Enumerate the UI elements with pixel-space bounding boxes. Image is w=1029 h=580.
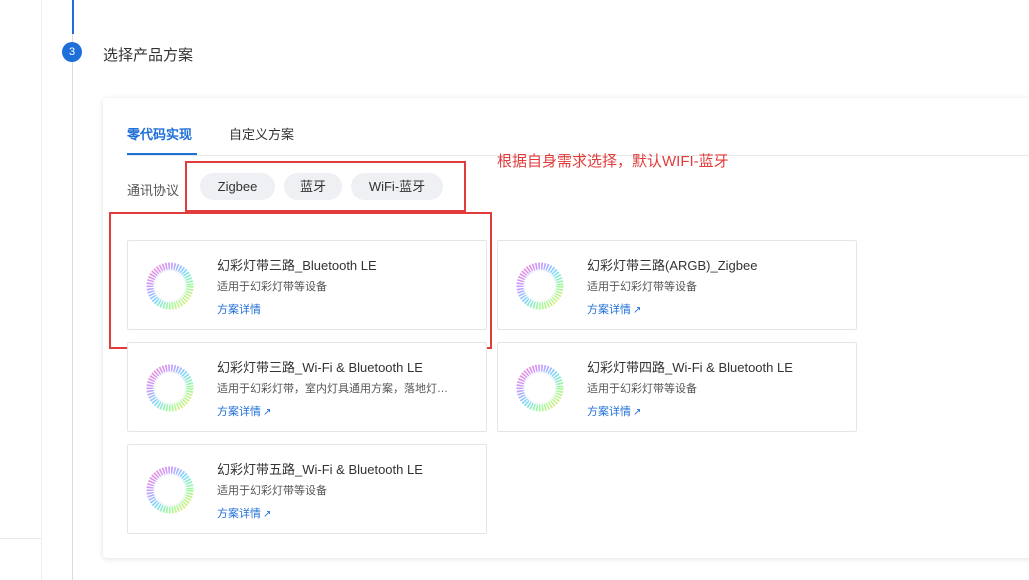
product-description: 适用于幻彩灯带等设备 [217, 485, 327, 497]
product-name: 幻彩灯带三路_Bluetooth LE [217, 258, 377, 273]
rainbow-ring-icon [514, 362, 566, 414]
solution-details-link[interactable]: 方案详情 ↗ [217, 403, 271, 419]
product-card[interactable]: 幻彩灯带三路_Wi-Fi & Bluetooth LE 适用于幻彩灯带，室内灯具通… [127, 342, 487, 432]
left-panel-separator [0, 538, 41, 539]
step-title: 选择产品方案 [103, 47, 194, 64]
solution-details-link[interactable]: 方案详情 ↗ [217, 505, 271, 521]
solution-details-label: 方案详情 [587, 304, 631, 316]
timeline-line [72, 0, 73, 580]
external-arrow-icon: ↗ [633, 407, 642, 418]
solution-details-label: 方案详情 [217, 304, 261, 316]
product-description: 适用于幻彩灯带，室内灯具通用方案，落地灯… [217, 383, 448, 395]
protocol-label: 通讯协议 [127, 183, 180, 198]
left-panel-divider [41, 0, 42, 580]
step-number-badge: 3 [62, 42, 82, 62]
solution-details-link[interactable]: 方案详情 ↗ [587, 403, 641, 419]
product-card[interactable]: 幻彩灯带四路_Wi-Fi & Bluetooth LE 适用于幻彩灯带等设备 方案详… [497, 342, 857, 432]
solution-details-label: 方案详情 [217, 406, 261, 418]
annotation-box-protocol [185, 161, 466, 212]
external-arrow-icon: ↗ [263, 509, 272, 520]
solution-details-label: 方案详情 [587, 406, 631, 418]
rainbow-ring-icon [514, 260, 566, 312]
solution-details-label: 方案详情 [217, 508, 261, 520]
tab-custom-solution[interactable]: 自定义方案 [229, 124, 294, 143]
active-tab-indicator [127, 153, 197, 155]
product-name: 幻彩灯带五路_Wi-Fi & Bluetooth LE [217, 462, 423, 477]
external-arrow-icon: ↗ [263, 407, 272, 418]
product-description: 适用于幻彩灯带等设备 [587, 281, 697, 293]
rainbow-ring-icon [144, 362, 196, 414]
annotation-text: 根据自身需求选择，默认WIFI-蓝牙 [497, 153, 729, 170]
product-name: 幻彩灯带三路_Wi-Fi & Bluetooth LE [217, 360, 423, 375]
product-description: 适用于幻彩灯带等设备 [217, 281, 327, 293]
solution-details-link[interactable]: 方案详情 [217, 301, 261, 317]
timeline-line-completed [72, 0, 74, 34]
rainbow-ring-icon [144, 464, 196, 516]
solution-details-link[interactable]: 方案详情 ↗ [587, 301, 641, 317]
product-card[interactable]: 幻彩灯带三路_Bluetooth LE 适用于幻彩灯带等设备 方案详情 [127, 240, 487, 330]
product-card[interactable]: 幻彩灯带三路(ARGB)_Zigbee 适用于幻彩灯带等设备 方案详情 ↗ [497, 240, 857, 330]
rainbow-ring-icon [144, 260, 196, 312]
tab-zero-code[interactable]: 零代码实现 [127, 124, 192, 143]
external-arrow-icon: ↗ [633, 305, 642, 316]
product-card[interactable]: 幻彩灯带五路_Wi-Fi & Bluetooth LE 适用于幻彩灯带等设备 方案详… [127, 444, 487, 534]
product-name: 幻彩灯带三路(ARGB)_Zigbee [587, 258, 758, 273]
product-description: 适用于幻彩灯带等设备 [587, 383, 697, 395]
product-name: 幻彩灯带四路_Wi-Fi & Bluetooth LE [587, 360, 793, 375]
